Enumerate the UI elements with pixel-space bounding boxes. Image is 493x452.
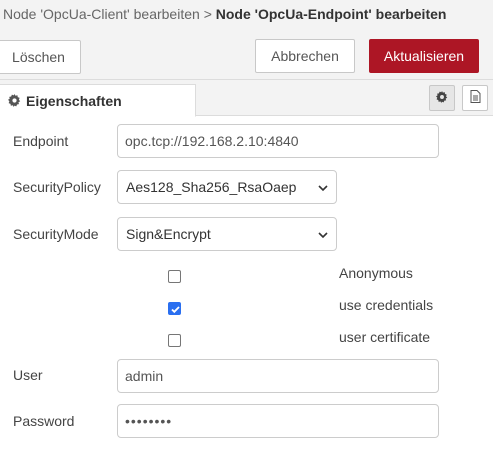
user-label: User bbox=[13, 367, 43, 383]
endpoint-input[interactable]: opc.tcp://192.168.2.10:4840 bbox=[117, 124, 439, 158]
security-policy-label: SecurityPolicy bbox=[13, 179, 101, 195]
chevron-down-icon bbox=[318, 226, 328, 242]
user-input[interactable]: admin bbox=[117, 359, 439, 393]
properties-panel-button[interactable] bbox=[429, 85, 455, 111]
tab-bar: Eigenschaften bbox=[0, 80, 493, 117]
tab-label: Eigenschaften bbox=[26, 92, 122, 109]
security-mode-value: Sign&Encrypt bbox=[126, 226, 211, 242]
tab-properties[interactable]: Eigenschaften bbox=[0, 84, 196, 117]
document-icon bbox=[470, 90, 481, 106]
security-policy-select[interactable]: Aes128_Sha256_RsaOaep bbox=[117, 170, 337, 204]
password-label: Password bbox=[13, 413, 75, 429]
use-credentials-label: use credentials bbox=[339, 297, 434, 313]
password-input[interactable]: •••••••• bbox=[117, 404, 439, 438]
anonymous-checkbox[interactable] bbox=[168, 270, 181, 283]
endpoint-label: Endpoint bbox=[13, 133, 69, 149]
gear-icon bbox=[436, 90, 448, 106]
update-button[interactable]: Aktualisieren bbox=[369, 39, 479, 73]
description-panel-button[interactable] bbox=[462, 85, 488, 111]
user-certificate-checkbox[interactable] bbox=[168, 334, 181, 347]
user-certificate-label: user certificate bbox=[339, 329, 431, 345]
security-mode-label: SecurityMode bbox=[13, 226, 99, 242]
security-mode-select[interactable]: Sign&Encrypt bbox=[117, 217, 337, 251]
cancel-button[interactable]: Abbrechen bbox=[255, 39, 355, 73]
breadcrumb: Node 'OpcUa-Client' bearbeiten > Node 'O… bbox=[3, 6, 446, 22]
delete-button[interactable]: Löschen bbox=[0, 40, 81, 74]
dialog-header: Node 'OpcUa-Client' bearbeiten > Node 'O… bbox=[0, 0, 493, 80]
use-credentials-checkbox[interactable] bbox=[168, 302, 181, 315]
anonymous-label: Anonymous bbox=[339, 265, 413, 281]
breadcrumb-current: Node 'OpcUa-Endpoint' bearbeiten bbox=[215, 6, 447, 22]
breadcrumb-separator: > bbox=[203, 6, 212, 22]
breadcrumb-parent[interactable]: Node 'OpcUa-Client' bearbeiten bbox=[3, 6, 200, 22]
gear-icon bbox=[8, 94, 21, 107]
security-policy-value: Aes128_Sha256_RsaOaep bbox=[126, 179, 297, 195]
chevron-down-icon bbox=[318, 179, 328, 195]
